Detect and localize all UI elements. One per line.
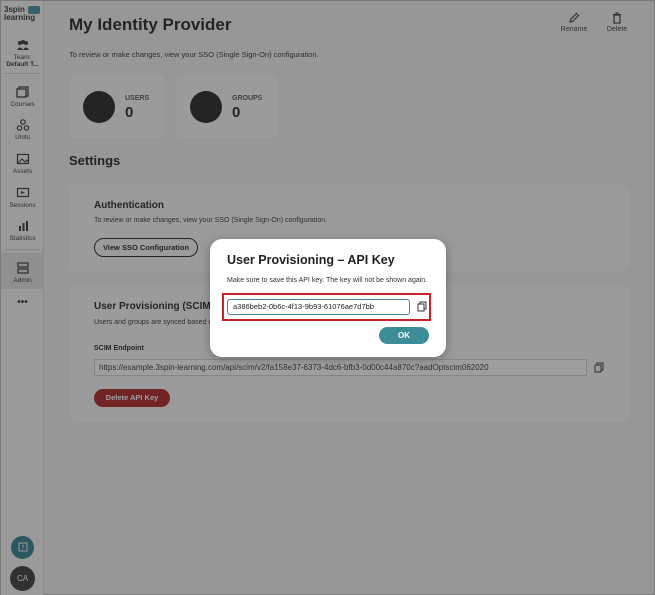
copy-api-key-icon[interactable] [417,301,427,312]
dialog-title: User Provisioning – API Key [227,253,395,267]
dialog-subtitle: Make sure to save this API key. The key … [227,277,428,284]
ok-button[interactable]: OK [379,327,429,344]
api-key-field[interactable]: a386beb2-0b6c-4f13-9b93-61076ae7d7bb [227,299,410,315]
api-key-dialog: User Provisioning – API Key Make sure to… [210,239,446,357]
